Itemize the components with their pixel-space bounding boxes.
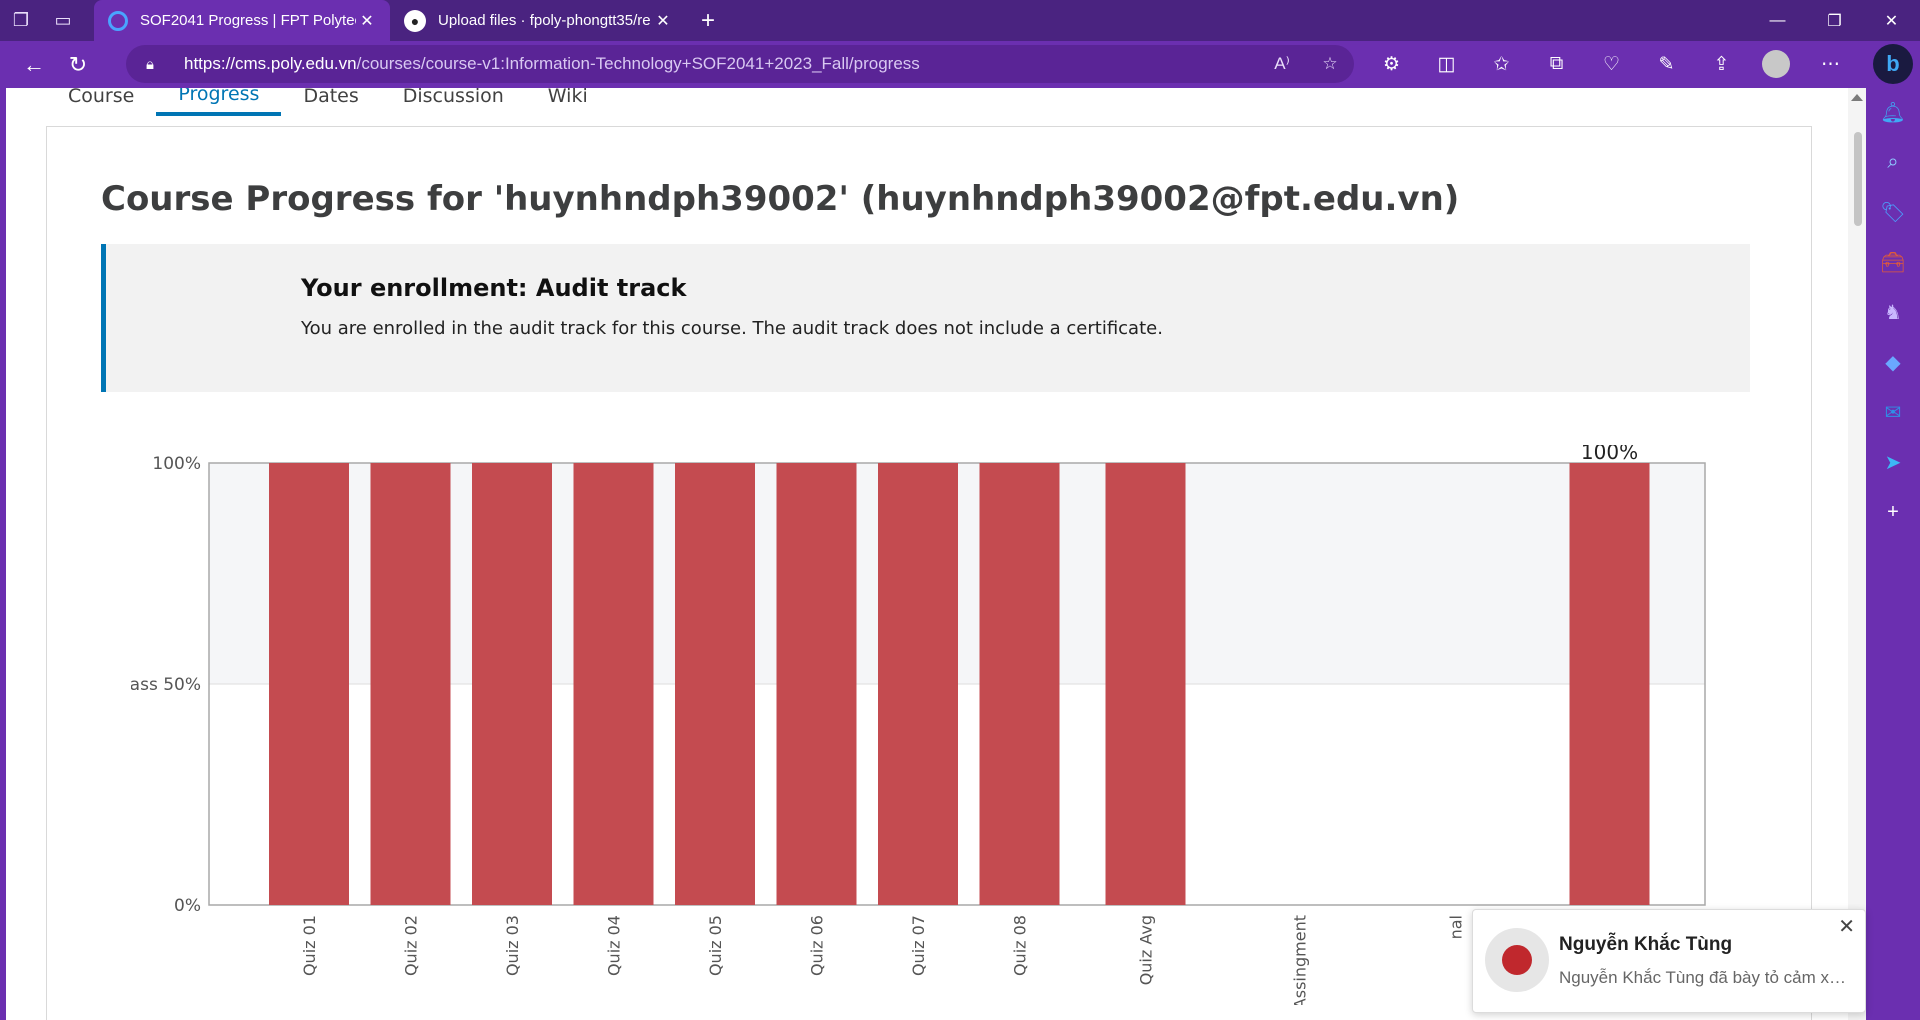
- sender-avatar: [1485, 928, 1549, 992]
- browser-tab-upload[interactable]: ● Upload files · fpoly-phongtt35/re ✕: [390, 0, 686, 41]
- close-tab-icon[interactable]: ✕: [652, 11, 674, 31]
- y-tick-label: 0%: [174, 896, 201, 916]
- more-menu-icon[interactable]: ⋯: [1803, 45, 1858, 83]
- y-tick-label: Pass 50%: [131, 675, 201, 695]
- add-sidebar-app-icon[interactable]: +: [1866, 487, 1920, 537]
- tab-dates[interactable]: Dates: [281, 88, 380, 116]
- restore-icon[interactable]: ❐: [1806, 0, 1863, 41]
- close-notification-icon[interactable]: ✕: [1838, 914, 1855, 939]
- x-tick-label: Quiz Avg: [1137, 915, 1156, 985]
- search-icon[interactable]: ⌕: [1866, 137, 1920, 187]
- bar-quiz-06: [776, 463, 857, 905]
- browser-toolbar: ← ↻ 🔒︎ https://cms.poly.edu.vn/courses/c…: [0, 41, 1920, 88]
- bar-quiz-05: [675, 463, 755, 905]
- bar-quiz-avg: [1105, 463, 1186, 905]
- x-tick-label: Quiz 05: [706, 915, 725, 976]
- profile-avatar[interactable]: [1762, 50, 1790, 78]
- close-tab-icon[interactable]: ✕: [356, 11, 378, 31]
- tab-progress[interactable]: Progress: [156, 88, 282, 116]
- split-screen-icon[interactable]: ◫: [1419, 45, 1474, 83]
- page-content: Course Progress Dates Discussion Wiki Co…: [6, 88, 1866, 1020]
- window-controls: — ❐ ✕: [1749, 0, 1920, 41]
- x-tick-label: Quiz 06: [808, 915, 827, 976]
- browser-tab-bar: ❐ ▭ SOF2041 Progress | FPT Polytechnic ✕…: [0, 0, 1920, 41]
- x-tick-label: Quiz 04: [605, 915, 624, 976]
- workspaces-icon[interactable]: ❐: [0, 0, 42, 41]
- edge-sidebar: b 🔔︎ ⌕ 🏷︎ 🧰︎ ♞ ◆ ✉ ➤ +: [1866, 41, 1920, 1020]
- bar-quiz-04: [573, 463, 654, 905]
- toolbar-actions: ⚙ ◫ ✩ ⧉ ♡ ✎ ⇪ ⋯: [1364, 45, 1858, 83]
- bar-quiz-02: [370, 463, 451, 905]
- minimize-icon[interactable]: —: [1749, 0, 1806, 41]
- bar-quiz-08: [979, 463, 1060, 905]
- x-tick-label: Quiz 08: [1011, 915, 1030, 976]
- x-tick-label: Quiz 07: [909, 915, 928, 976]
- scrollbar[interactable]: [1848, 88, 1866, 1020]
- bar-quiz-01: [269, 463, 349, 905]
- x-tick-label: Quiz 02: [402, 915, 421, 976]
- tab-actions-icon[interactable]: ▭: [42, 0, 84, 41]
- close-window-icon[interactable]: ✕: [1863, 0, 1920, 41]
- bing-icon: b: [1873, 44, 1913, 84]
- favorites-icon[interactable]: ✩: [1474, 45, 1529, 83]
- collections-icon[interactable]: ⧉: [1529, 45, 1584, 83]
- avatar-image: [1502, 945, 1532, 975]
- browser-tab-progress[interactable]: SOF2041 Progress | FPT Polytechnic ✕: [94, 0, 390, 41]
- favorite-star-icon[interactable]: ☆: [1306, 54, 1354, 74]
- games-icon[interactable]: ♞: [1866, 287, 1920, 337]
- scroll-up-arrow[interactable]: [1851, 94, 1863, 101]
- url-host: https://cms.poly.edu.vn: [184, 54, 357, 73]
- enrollment-text: You are enrolled in the audit track for …: [301, 318, 1163, 339]
- bar-quiz-07: [878, 463, 958, 905]
- refresh-button[interactable]: ↻: [56, 45, 100, 85]
- shopping-tag-icon[interactable]: 🏷︎: [1866, 187, 1920, 237]
- progress-panel: Course Progress for 'huynhndph39002' (hu…: [46, 126, 1812, 1020]
- tools-icon[interactable]: 🧰︎: [1866, 237, 1920, 287]
- new-tab-button[interactable]: +: [686, 0, 730, 41]
- drop-icon[interactable]: ➤: [1866, 437, 1920, 487]
- url-path: /courses/course-v1:Information-Technolog…: [356, 54, 920, 73]
- outlook-icon[interactable]: ✉: [1866, 387, 1920, 437]
- bar-total: [1569, 463, 1650, 905]
- x-tick-label: Assingment: [1291, 915, 1310, 1005]
- edge-loading-icon: [108, 10, 128, 31]
- page-title: Course Progress for 'huynhndph39002' (hu…: [101, 179, 1460, 219]
- bar-value-label: 100%: [1581, 445, 1638, 464]
- x-tick-label: Quiz 01: [300, 915, 319, 976]
- microsoft365-icon[interactable]: ◆: [1866, 337, 1920, 387]
- sender-name: Nguyễn Khắc Tùng: [1559, 934, 1733, 955]
- read-aloud-icon[interactable]: A⁾: [1258, 54, 1306, 74]
- tab-wiki[interactable]: Wiki: [526, 88, 610, 116]
- edit-icon[interactable]: ✎: [1639, 45, 1694, 83]
- share-icon[interactable]: ⇪: [1694, 45, 1749, 83]
- enrollment-message: Your enrollment: Audit track You are enr…: [101, 244, 1750, 392]
- back-button[interactable]: ←: [12, 45, 56, 85]
- notification-bell-icon[interactable]: 🔔︎: [1866, 87, 1920, 137]
- scrollbar-thumb[interactable]: [1854, 132, 1862, 226]
- enrollment-heading: Your enrollment: Audit track: [301, 274, 687, 302]
- tab-title: Upload files · fpoly-phongtt35/re: [438, 12, 651, 29]
- bar-quiz-03: [472, 463, 552, 905]
- x-tick-label: Quiz 03: [503, 915, 522, 976]
- notification-toast[interactable]: Nguyễn Khắc Tùng Nguyễn Khắc Tùng đã bày…: [1472, 909, 1866, 1013]
- address-bar[interactable]: 🔒︎ https://cms.poly.edu.vn/courses/cours…: [126, 45, 1354, 83]
- tab-course[interactable]: Course: [46, 88, 156, 116]
- bing-chat-button[interactable]: b: [1866, 41, 1920, 87]
- tab-discussion[interactable]: Discussion: [381, 88, 526, 116]
- browser-essentials-icon[interactable]: ♡: [1584, 45, 1639, 83]
- lock-icon[interactable]: 🔒︎: [146, 56, 170, 73]
- course-tabs: Course Progress Dates Discussion Wiki: [46, 88, 610, 116]
- url-text: https://cms.poly.edu.vn/courses/course-v…: [184, 54, 1258, 74]
- extensions-icon[interactable]: ⚙: [1364, 45, 1419, 83]
- x-tick-label: nal: [1447, 915, 1466, 939]
- y-tick-label: 100%: [152, 454, 201, 474]
- github-icon: ●: [404, 9, 426, 32]
- notification-message: Nguyễn Khắc Tùng đã bày tỏ cảm xúc với .…: [1559, 968, 1855, 987]
- tab-title: SOF2041 Progress | FPT Polytechnic: [140, 12, 356, 29]
